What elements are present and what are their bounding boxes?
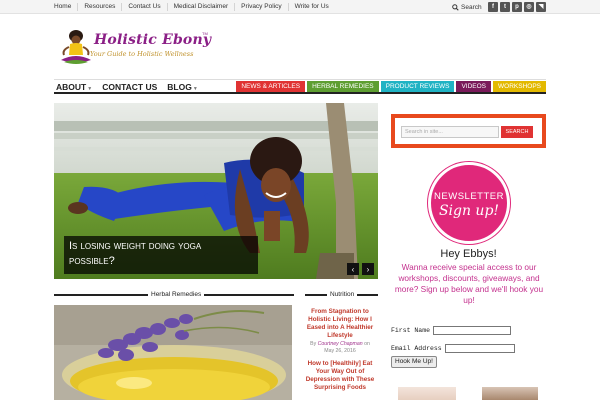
slider-next-button[interactable]: ›	[362, 263, 374, 275]
category-nav: News & Articles Herbal Remedies Product Re…	[236, 81, 546, 92]
section-title-nutrition[interactable]: Nutrition	[327, 290, 358, 299]
post-on-label: on	[364, 341, 370, 347]
category-tab-workshops[interactable]: Workshops	[493, 81, 546, 92]
nav-blog-label: BLOG	[167, 82, 192, 92]
hook-me-up-button[interactable]: Hook Me Up!	[391, 356, 437, 368]
nav-about[interactable]: ABOUT▼	[56, 82, 92, 92]
section-title-herbal[interactable]: Herbal Remedies	[148, 290, 205, 299]
site-logo[interactable]: Holistic Ebony TM Your Guide to Holistic…	[58, 28, 218, 72]
twitter-icon[interactable]: t	[500, 2, 510, 12]
category-tab-news-articles[interactable]: News & Articles	[236, 81, 306, 92]
chevron-down-icon: ▼	[87, 86, 93, 92]
sidebar-photo-1[interactable]	[398, 387, 456, 400]
nutrition-post-meta: By Courtney Chapman on May 26, 2016	[305, 341, 375, 355]
post-date: May 26, 2016	[324, 348, 356, 354]
top-nav: Home Resources Contact Us Medical Discla…	[54, 0, 335, 14]
first-name-field[interactable]	[433, 326, 511, 335]
chevron-down-icon: ▼	[192, 86, 198, 92]
section-header-herbal: Herbal Remedies	[54, 290, 294, 300]
slider-prev-button[interactable]: ‹	[347, 263, 359, 275]
main-nav: ABOUT▼ CONTACT US BLOG▼ News & Articles H…	[54, 79, 546, 94]
facebook-icon[interactable]: f	[488, 2, 498, 12]
social-links: f t p ◎ ◥	[488, 2, 546, 12]
category-tab-videos[interactable]: Videos	[456, 81, 492, 92]
newsletter-signup-text: Sign up!	[438, 203, 500, 219]
featured-slider[interactable]: Is losing weight doing yoga possible? ‹ …	[54, 103, 378, 279]
slide-caption-line2: possible?	[69, 255, 115, 267]
newsletter-badge[interactable]: NEWSLETTER Sign up!	[428, 162, 510, 244]
meditating-woman-icon	[61, 30, 91, 64]
top-nav-privacy[interactable]: Privacy Policy	[235, 3, 289, 11]
sidebar-photo-2[interactable]	[482, 387, 538, 400]
post-by-label: By	[310, 341, 317, 347]
top-search-label: Search	[461, 3, 482, 11]
nutrition-post-title[interactable]: From Stagnation to Holistic Living: How …	[305, 308, 375, 340]
logo-title: Holistic Ebony	[94, 32, 212, 48]
sidebar-search-button[interactable]: SEARCH	[501, 126, 533, 138]
first-name-row: First Name :	[391, 326, 511, 335]
email-field[interactable]	[445, 344, 515, 353]
nutrition-list: From Stagnation to Holistic Living: How …	[305, 308, 375, 397]
category-tab-herbal-remedies[interactable]: Herbal Remedies	[307, 81, 379, 92]
email-label: Email Address :	[391, 345, 450, 352]
newsletter-title: NEWSLETTER	[434, 191, 504, 202]
nav-contact[interactable]: CONTACT US	[102, 82, 157, 92]
nav-contact-label: CONTACT US	[102, 82, 158, 92]
slide-caption[interactable]: Is losing weight doing yoga possible?	[64, 236, 258, 274]
slide-caption-line1: Is losing weight doing yoga	[69, 240, 202, 252]
logo-tagline: Your Guide to Holistic Wellness	[90, 50, 194, 58]
lavender-oil-photo[interactable]	[54, 305, 292, 400]
sidebar-search-input[interactable]: Search in site...	[401, 126, 499, 138]
post-author[interactable]: Courtney Chapman	[318, 341, 363, 347]
category-tab-product-reviews[interactable]: Product Reviews	[380, 81, 455, 92]
newsletter-greeting: Hey Ebbys!	[440, 248, 497, 260]
pinterest-icon[interactable]: p	[512, 2, 522, 12]
top-nav-write[interactable]: Write for Us	[289, 3, 335, 11]
logo-trademark: TM	[202, 31, 208, 36]
sidebar-search-box: Search in site... SEARCH	[391, 114, 546, 148]
instagram-icon[interactable]: ◎	[524, 2, 534, 12]
top-nav-disclaimer[interactable]: Medical Disclaimer	[168, 3, 236, 11]
nav-blog[interactable]: BLOG▼	[167, 82, 198, 92]
section-header-nutrition: Nutrition	[305, 290, 378, 300]
nav-about-label: ABOUT	[56, 82, 87, 92]
newsletter-pitch: Wanna receive special access to our work…	[394, 262, 544, 305]
nutrition-post-title[interactable]: How to [Healthily] Eat Your Way Out of D…	[305, 360, 375, 392]
top-nav-resources[interactable]: Resources	[78, 3, 123, 11]
rss-icon[interactable]: ◥	[536, 2, 546, 12]
page: Home Resources Contact Us Medical Discla…	[0, 0, 600, 400]
top-bar: Home Resources Contact Us Medical Discla…	[0, 0, 600, 14]
search-icon	[452, 3, 459, 11]
top-search-toggle[interactable]: Search	[452, 2, 482, 12]
first-name-label: First Name :	[391, 327, 438, 334]
nutrition-post: How to [Healthily] Eat Your Way Out of D…	[305, 360, 375, 392]
email-row: Email Address :	[391, 344, 515, 353]
top-nav-contact[interactable]: Contact Us	[122, 3, 168, 11]
nutrition-post: From Stagnation to Holistic Living: How …	[305, 308, 375, 355]
top-nav-home[interactable]: Home	[54, 3, 79, 11]
